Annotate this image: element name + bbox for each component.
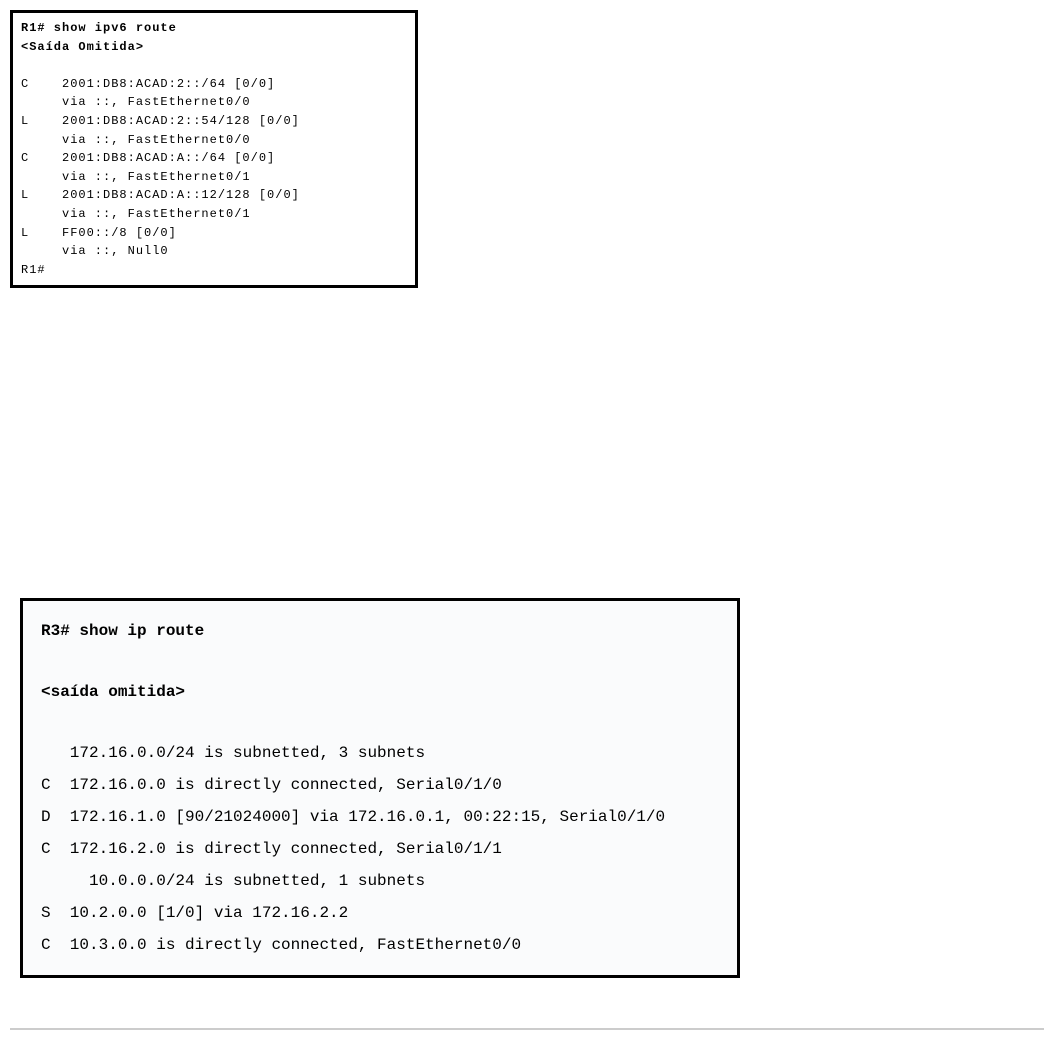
terminal1-route-line: L 2001:DB8:ACAD:A::12/128 [0/0] [21, 186, 407, 205]
terminal1-route-line: via ::, FastEthernet0/0 [21, 131, 407, 150]
terminal2-route-line: C 172.16.0.0 is directly connected, Seri… [41, 769, 719, 801]
ipv6-route-terminal: R1# show ipv6 route <Saída Omitida> C 20… [10, 10, 418, 288]
terminal1-route-line: via ::, FastEthernet0/1 [21, 168, 407, 187]
terminal2-route-line: C 10.3.0.0 is directly connected, FastEt… [41, 929, 719, 961]
terminal2-omitted: <saída omitida> [41, 676, 719, 708]
terminal2-route-line: S 10.2.0.0 [1/0] via 172.16.2.2 [41, 897, 719, 929]
terminal1-route-line: via ::, Null0 [21, 242, 407, 261]
terminal1-route-line: C 2001:DB8:ACAD:2::/64 [0/0] [21, 75, 407, 94]
terminal1-route-line: L FF00::/8 [0/0] [21, 224, 407, 243]
ip-route-terminal: R3# show ip route <saída omitida> 172.16… [20, 598, 740, 978]
terminal1-route-line: via ::, FastEthernet0/1 [21, 205, 407, 224]
terminal1-omitted: <Saída Omitida> [21, 38, 407, 57]
terminal2-route-line: C 172.16.2.0 is directly connected, Seri… [41, 833, 719, 865]
terminal1-route-line: C 2001:DB8:ACAD:A::/64 [0/0] [21, 149, 407, 168]
terminal2-route-line: 10.0.0.0/24 is subnetted, 1 subnets [41, 865, 719, 897]
terminal2-route-line: 172.16.0.0/24 is subnetted, 3 subnets [41, 737, 719, 769]
terminal1-route-line: via ::, FastEthernet0/0 [21, 93, 407, 112]
terminal2-blank [41, 708, 719, 737]
terminal1-command: R1# show ipv6 route [21, 19, 407, 38]
horizontal-divider [10, 1028, 1044, 1030]
terminal2-route-line: D 172.16.1.0 [90/21024000] via 172.16.0.… [41, 801, 719, 833]
terminal1-end-prompt: R1# [21, 261, 407, 280]
vertical-spacer [10, 288, 1044, 598]
terminal2-command: R3# show ip route [41, 615, 719, 647]
terminal2-blank [41, 647, 719, 676]
terminal1-route-line: L 2001:DB8:ACAD:2::54/128 [0/0] [21, 112, 407, 131]
terminal1-blank [21, 56, 407, 75]
